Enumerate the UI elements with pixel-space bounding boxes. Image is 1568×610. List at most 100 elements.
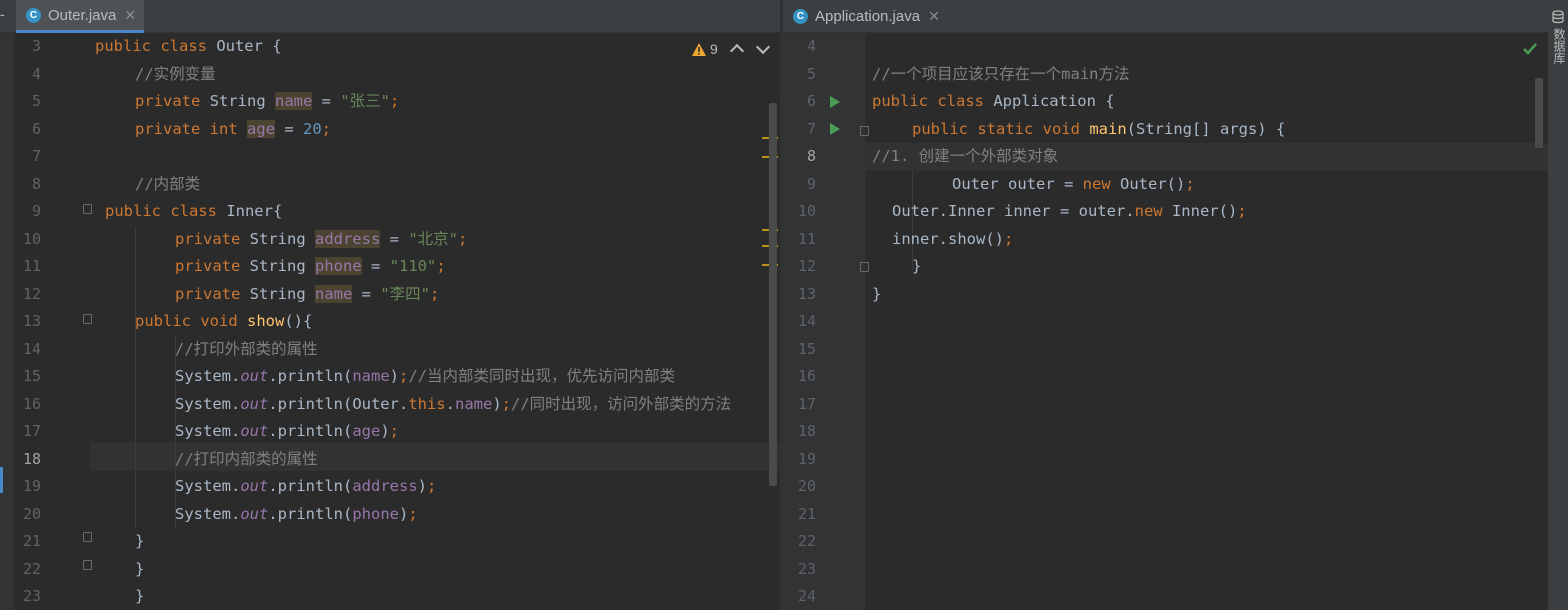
- line-number[interactable]: 21: [783, 501, 816, 529]
- run-main-icon[interactable]: [830, 123, 840, 135]
- database-tool-strip[interactable]: 数据库: [1548, 0, 1568, 610]
- line-number[interactable]: 19: [783, 446, 816, 474]
- line-number[interactable]: 10: [783, 198, 816, 226]
- code-token: (){: [284, 312, 313, 330]
- code-token: =: [361, 257, 390, 275]
- line-number[interactable]: 22: [783, 528, 816, 556]
- code-number: 20: [303, 119, 322, 138]
- line-number[interactable]: 23: [14, 583, 41, 610]
- code-line: public class Inner{: [105, 198, 780, 226]
- code-token: ): [492, 394, 502, 413]
- code-token: ;: [436, 257, 446, 275]
- line-number[interactable]: 4: [783, 33, 816, 61]
- code-token: =: [352, 284, 381, 303]
- tab-application-java[interactable]: C Application.java ✕: [783, 0, 948, 32]
- line-number[interactable]: 18: [783, 418, 816, 446]
- next-highlight-icon[interactable]: [755, 39, 770, 55]
- line-number[interactable]: 12: [783, 253, 816, 281]
- line-number[interactable]: 15: [14, 363, 41, 391]
- left-edge-minus[interactable]: -: [0, 6, 5, 22]
- close-tab-icon[interactable]: ✕: [928, 8, 940, 25]
- code-token: }: [912, 257, 922, 275]
- line-number[interactable]: 13: [14, 308, 41, 336]
- line-number[interactable]: 24: [783, 583, 816, 610]
- line-number[interactable]: 19: [14, 473, 41, 501]
- line-number[interactable]: 11: [783, 226, 816, 254]
- code-line: private String name = "李四";: [175, 281, 780, 309]
- line-number[interactable]: 4: [14, 61, 41, 89]
- code-comment: //打印外部类的属性: [175, 339, 318, 358]
- line-number[interactable]: 21: [14, 528, 41, 556]
- fold-marker[interactable]: [83, 314, 92, 324]
- line-number[interactable]: 20: [783, 473, 816, 501]
- line-number[interactable]: 13: [783, 281, 816, 309]
- code-token: .println(: [268, 477, 353, 495]
- line-number[interactable]: 17: [14, 418, 41, 446]
- code-line: }: [872, 281, 1548, 309]
- code-field: phone: [352, 504, 399, 523]
- code-token: private: [175, 257, 241, 275]
- code-token: }: [135, 587, 145, 605]
- code-field: name: [352, 367, 390, 385]
- line-number[interactable]: 20: [14, 501, 41, 529]
- line-number[interactable]: 17: [783, 391, 816, 419]
- line-number[interactable]: 15: [783, 336, 816, 364]
- code-string: "李四": [380, 284, 430, 303]
- fold-marker[interactable]: [83, 560, 92, 570]
- line-number[interactable]: 8: [783, 143, 816, 171]
- inspection-widget[interactable]: 9: [692, 39, 770, 59]
- fold-marker[interactable]: [860, 126, 869, 136]
- line-number[interactable]: 8: [14, 171, 41, 199]
- code-token: public class: [95, 37, 207, 55]
- line-number[interactable]: 5: [14, 88, 41, 116]
- line-number[interactable]: 14: [783, 308, 816, 336]
- code-token: ): [417, 477, 427, 495]
- warning-count: 9: [710, 41, 718, 57]
- code-line: //1. 创建一个外部类对象: [872, 143, 1548, 171]
- line-number[interactable]: 3: [14, 33, 41, 61]
- line-number[interactable]: 9: [14, 198, 41, 226]
- line-number[interactable]: 11: [14, 253, 41, 281]
- fold-marker[interactable]: [83, 204, 92, 214]
- fold-marker[interactable]: [83, 532, 92, 542]
- vertical-scrollbar[interactable]: [1535, 78, 1543, 148]
- line-number[interactable]: 5: [783, 61, 816, 89]
- line-number[interactable]: 18: [14, 446, 41, 474]
- right-editor[interactable]: 4 5 6 7 8 9 10 11 12 13 14 15 16 17 18 19 20 21 22 23 24 //一…: [783, 33, 1548, 610]
- line-number[interactable]: 22: [14, 556, 41, 584]
- code-token: Outer(): [1110, 174, 1186, 193]
- run-class-icon[interactable]: [830, 96, 840, 108]
- close-tab-icon[interactable]: ✕: [124, 7, 136, 24]
- line-number[interactable]: 16: [14, 391, 41, 419]
- database-tool-label[interactable]: 数据库: [1551, 28, 1568, 64]
- database-icon: [1552, 10, 1564, 24]
- code-comment: //当内部类同时出现，优先访问内部类: [408, 367, 676, 385]
- code-token: }: [872, 284, 882, 303]
- code-token: ;: [389, 422, 400, 440]
- line-number[interactable]: 7: [14, 143, 41, 171]
- code-line: }: [912, 253, 1548, 281]
- vertical-scrollbar[interactable]: [769, 103, 777, 486]
- code-line: System.out.println(phone);: [175, 501, 780, 529]
- line-number[interactable]: 23: [783, 556, 816, 584]
- code-token: Application {: [983, 92, 1115, 110]
- previous-highlight-icon[interactable]: [729, 43, 744, 59]
- code-static-field: out: [240, 504, 269, 523]
- warning-icon: [692, 42, 706, 56]
- fold-marker[interactable]: [860, 262, 869, 272]
- line-number[interactable]: 16: [783, 363, 816, 391]
- line-number[interactable]: 9: [783, 171, 816, 199]
- line-number[interactable]: 7: [783, 116, 816, 144]
- tab-outer-java[interactable]: C Outer.java ✕: [16, 0, 145, 33]
- line-number[interactable]: 10: [14, 226, 41, 254]
- code-token: System.: [175, 367, 241, 385]
- line-number[interactable]: 6: [783, 88, 816, 116]
- line-number[interactable]: 12: [14, 281, 41, 309]
- line-number[interactable]: 14: [14, 336, 41, 364]
- line-number[interactable]: 6: [14, 116, 41, 144]
- tab-label: Outer.java: [48, 6, 117, 24]
- code-static-field: out: [240, 422, 269, 440]
- left-editor[interactable]: 3 4 5 6 7 8 9 10 11 12 13 14 15 16 17 18 19 20 21 22 23 publ…: [0, 33, 780, 610]
- code-token: }: [135, 559, 145, 578]
